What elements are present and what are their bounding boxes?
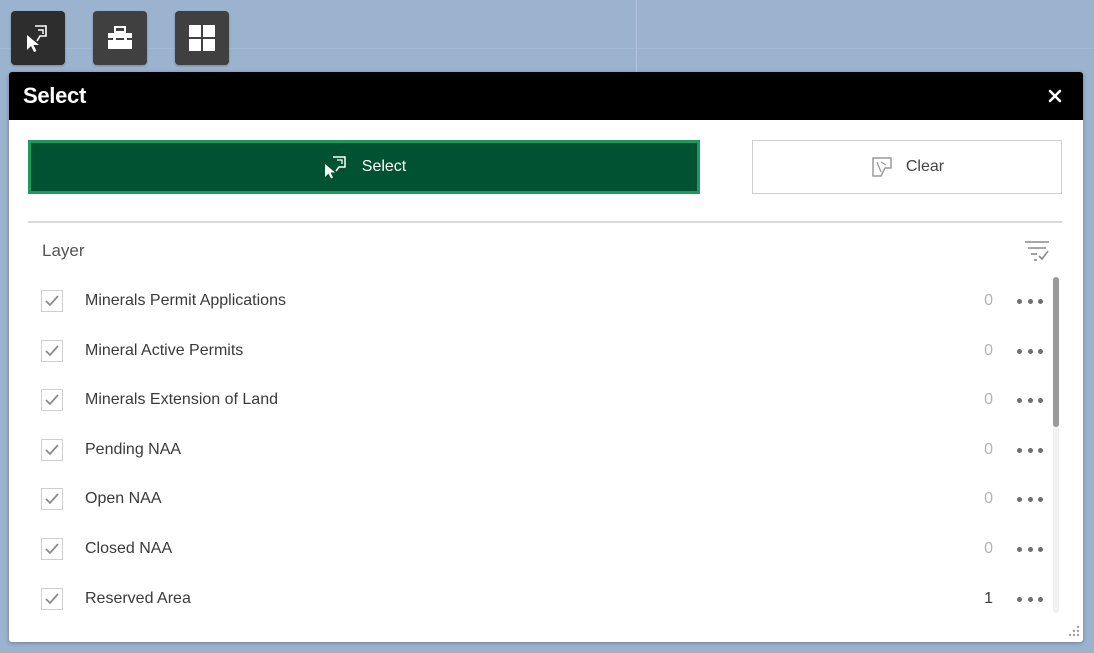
layer-selected-count: 0: [984, 342, 993, 359]
clear-button-label: Clear: [905, 158, 945, 175]
more-options-icon[interactable]: [1017, 443, 1043, 457]
action-row: Select Clear: [9, 120, 1083, 223]
close-button[interactable]: [1045, 86, 1065, 106]
layer-name: Minerals Permit Applications: [85, 292, 286, 309]
panel-title: Select: [23, 83, 87, 108]
layer-checkbox[interactable]: [41, 290, 63, 312]
more-options-icon[interactable]: [1017, 294, 1043, 308]
layer-row[interactable]: Mineral Active Permits 0: [9, 326, 1049, 376]
widget-grid-button[interactable]: [175, 11, 229, 65]
layer-list-header: Layer: [9, 222, 1083, 276]
select-button-label: Select: [361, 158, 407, 175]
filter-list-icon[interactable]: [1023, 236, 1051, 264]
clear-selection-icon: [872, 157, 892, 177]
checkmark-icon: [45, 345, 59, 357]
layer-selected-count: 0: [984, 391, 993, 408]
grid-icon: [189, 25, 215, 51]
layer-list: Minerals Permit Applications 0 Mineral Act…: [9, 276, 1083, 642]
scrollbar-thumb[interactable]: [1053, 277, 1059, 427]
checkmark-icon: [45, 543, 59, 555]
layer-selected-count: 0: [984, 490, 993, 507]
select-button[interactable]: Select: [28, 140, 700, 194]
more-options-icon[interactable]: [1017, 592, 1043, 606]
clear-button[interactable]: Clear: [752, 140, 1062, 194]
layer-checkbox[interactable]: [41, 588, 63, 610]
more-options-icon[interactable]: [1017, 393, 1043, 407]
more-options-icon[interactable]: [1017, 344, 1043, 358]
select-tool-button[interactable]: [11, 11, 65, 65]
checkmark-icon: [45, 295, 59, 307]
more-options-icon[interactable]: [1017, 492, 1043, 506]
layer-name: Reserved Area: [85, 590, 191, 607]
layer-selected-count: 0: [984, 540, 993, 557]
checkmark-icon: [45, 593, 59, 605]
map-feature-line: [636, 0, 637, 72]
layer-checkbox[interactable]: [41, 538, 63, 560]
layer-name: Mineral Active Permits: [85, 342, 244, 359]
select-cursor-icon: [27, 25, 47, 52]
layer-selected-count: 0: [984, 441, 993, 458]
panel-header: Select: [9, 72, 1083, 120]
layer-name: Minerals Extension of Land: [85, 391, 278, 408]
toolbox-icon: [108, 26, 132, 49]
layer-name: Pending NAA: [85, 441, 182, 458]
checkmark-icon: [45, 444, 59, 456]
layer-row[interactable]: Pending NAA 0: [9, 425, 1049, 475]
checkmark-icon: [45, 493, 59, 505]
layer-checkbox[interactable]: [41, 389, 63, 411]
more-options-icon[interactable]: [1017, 542, 1043, 556]
layer-row[interactable]: Closed NAA 0: [9, 524, 1049, 574]
layer-header-label: Layer: [42, 241, 85, 260]
layer-row[interactable]: Minerals Extension of Land 0: [9, 375, 1049, 425]
layer-row[interactable]: Minerals Permit Applications 0: [9, 276, 1049, 326]
layer-row[interactable]: Open NAA 0: [9, 474, 1049, 524]
layer-checkbox[interactable]: [41, 488, 63, 510]
toolbox-tool-button[interactable]: [93, 11, 147, 65]
layer-checkbox[interactable]: [41, 439, 63, 461]
layer-checkbox[interactable]: [41, 340, 63, 362]
layer-name: Closed NAA: [85, 540, 173, 557]
select-cursor-icon: [324, 156, 346, 179]
layer-selected-count: 0: [984, 292, 993, 309]
map-feature-line: [0, 48, 1094, 49]
close-icon: [1048, 89, 1062, 103]
layer-selected-count: 1: [984, 590, 993, 607]
layer-row[interactable]: Reserved Area 1: [9, 574, 1049, 624]
checkmark-icon: [45, 394, 59, 406]
layer-name: Open NAA: [85, 490, 162, 507]
resize-handle-icon[interactable]: [1066, 624, 1080, 638]
select-panel: Select Select Clear Layer Minerals Permi…: [9, 72, 1083, 642]
